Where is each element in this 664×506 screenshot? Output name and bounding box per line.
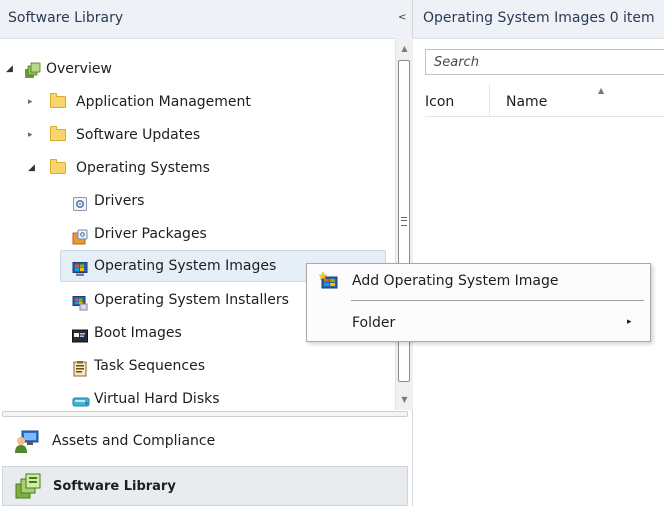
menu-separator [351,300,644,301]
folder-icon [50,93,66,108]
tree-item-label: Software Updates [76,127,201,143]
collapse-pane-button[interactable]: < [398,12,406,23]
expander-collapsed-icon[interactable]: ▸ [28,87,38,117]
column-header-icon[interactable]: Icon [425,84,485,116]
tree-item-overview[interactable]: ◢ Overview [0,54,390,84]
navigation-pane: Software Library < ◢ Overview ▸ Applicat… [0,0,413,506]
driver-package-icon [72,226,88,245]
tree-item-software-updates[interactable]: ▸ Software Updates [0,120,390,150]
scroll-up-icon[interactable]: ▲ [396,40,413,57]
navigation-title: Software Library [8,10,124,26]
tree-item-label: Overview [46,61,112,77]
tree-item-virtual-hard-disks[interactable]: Virtual Hard Disks [0,384,390,414]
column-header-row: Icon Name ▲ [425,84,664,117]
menu-item-label: Add Operating System Image [352,273,559,289]
tree-item-label: Driver Packages [94,226,207,242]
assets-icon [14,428,40,458]
overview-icon [24,61,41,78]
expander-expanded-icon[interactable]: ◢ [6,54,16,84]
results-header: Operating System Images 0 item [413,0,664,39]
column-header-label: Name [506,94,548,110]
tree-item-label: Operating Systems [76,160,210,176]
workspace-splitter[interactable] [2,411,408,417]
menu-item-folder[interactable]: Folder ▸ [307,307,650,341]
results-title: Operating System Images 0 item [423,10,655,26]
software-library-icon [14,472,42,504]
add-os-image-icon [318,271,338,290]
workspace-label: Software Library [53,479,176,494]
boot-image-icon [72,325,88,343]
tree-item-label: Task Sequences [94,358,206,374]
scroll-down-icon[interactable]: ▼ [396,391,413,408]
workspace-label: Assets and Compliance [52,433,216,449]
menu-item-add-operating-system-image[interactable]: Add Operating System Image [307,265,650,299]
navigation-header: Software Library < [0,0,412,39]
driver-icon [72,193,88,211]
results-pane: Operating System Images 0 item Icon Name… [413,0,664,506]
folder-icon [50,126,66,141]
expander-expanded-icon[interactable]: ◢ [28,153,38,183]
os-image-icon [72,258,88,276]
column-header-name[interactable]: Name [489,84,664,116]
context-menu: Add Operating System Image Folder ▸ [306,263,651,342]
expander-collapsed-icon[interactable]: ▸ [28,120,38,150]
navigation-tree: ◢ Overview ▸ Application Management ▸ So… [0,38,395,410]
workspace-assets-and-compliance[interactable]: Assets and Compliance [2,422,408,462]
tree-item-label: Drivers [94,193,145,209]
menu-item-label: Folder [352,315,396,331]
folder-icon [50,159,66,174]
task-sequence-icon [72,358,88,377]
tree-item-task-sequences[interactable]: Task Sequences [0,351,390,381]
tree-item-label: Application Management [76,94,251,110]
sort-ascending-icon: ▲ [598,86,605,95]
tree-item-driver-packages[interactable]: Driver Packages [0,219,390,249]
virtual-disk-icon [72,391,90,407]
os-installer-icon [72,292,88,311]
tree-item-label: Operating System Images [94,258,277,274]
tree-item-label: Virtual Hard Disks [94,391,220,407]
tree-scrollbar[interactable]: ▲ ▼ [395,38,413,410]
tree-item-operating-systems[interactable]: ◢ Operating Systems [0,153,390,183]
tree-item-application-management[interactable]: ▸ Application Management [0,87,390,117]
tree-item-label: Boot Images [94,325,182,341]
submenu-arrow-icon: ▸ [627,317,632,327]
tree-item-drivers[interactable]: Drivers [0,186,390,216]
search-input[interactable] [434,51,654,73]
workspace-software-library[interactable]: Software Library [2,466,408,506]
scrollbar-grip-icon [401,217,407,226]
search-box[interactable] [425,49,664,75]
tree-item-label: Operating System Installers [94,292,289,308]
